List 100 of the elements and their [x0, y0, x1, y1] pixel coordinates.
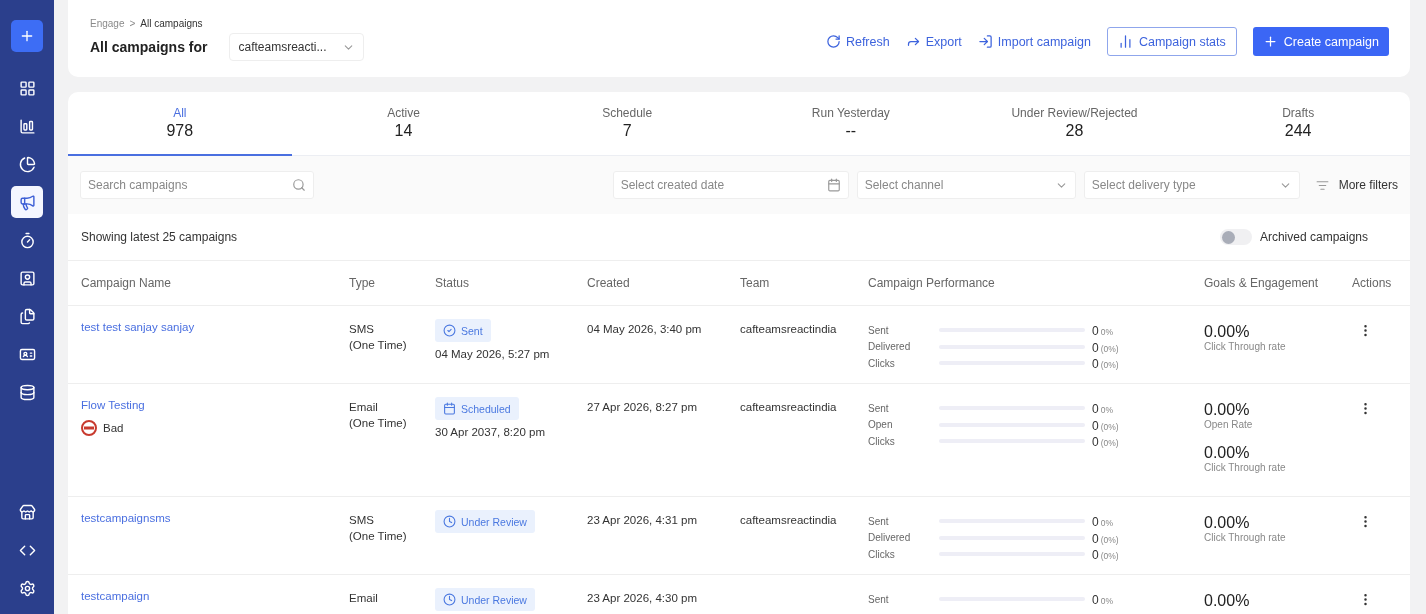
breadcrumb-item[interactable]: Engage — [90, 18, 125, 29]
quality-label: Bad — [103, 422, 124, 434]
refresh-icon — [825, 34, 841, 49]
column-header: Actions — [1352, 275, 1393, 292]
status-tab[interactable]: Under Review/Rejected 28 — [962, 92, 1187, 156]
type-text: SMS — [349, 322, 375, 337]
campaign-name-link[interactable]: testcampaignsms — [81, 512, 349, 524]
goal-label: Click Through rate — [1204, 341, 1287, 352]
metric-count: 0 — [1092, 515, 1099, 529]
metric-percent: (0%) — [1100, 360, 1119, 370]
stopwatch-icon — [18, 231, 36, 249]
status-tab[interactable]: Drafts 244 — [1186, 92, 1410, 156]
plus-icon — [1262, 34, 1278, 49]
goal-value: 0.00% — [1204, 514, 1251, 532]
documents-icon — [18, 307, 36, 325]
archived-toggle[interactable] — [1219, 229, 1252, 245]
page-title: All campaigns for — [90, 39, 208, 55]
metric-label: Sent — [868, 402, 890, 414]
metric-count: 0 — [1092, 418, 1099, 433]
export-button[interactable]: Export — [905, 34, 962, 49]
status-badge: Scheduled — [435, 397, 519, 420]
status-badge: Sent — [435, 319, 491, 342]
more-filters-button[interactable]: More filters — [1315, 178, 1398, 192]
metric-count: 0 — [1092, 531, 1099, 546]
status-badge: Under Review — [435, 510, 535, 533]
campaign-stats-button[interactable]: Campaign stats — [1106, 27, 1237, 56]
goal-value: 0.00% — [1204, 444, 1251, 462]
metric-percent: 0% — [1100, 405, 1113, 415]
team-name: cafteamsreactindia — [740, 400, 838, 415]
import-icon — [977, 34, 993, 49]
status-time: 30 Apr 2037, 8:20 pm — [435, 426, 546, 438]
import-button[interactable]: Import campaign — [977, 34, 1091, 49]
filter-icon — [1315, 178, 1329, 192]
goal-label: Click Through rate — [1204, 462, 1287, 473]
type-text: (One Time) — [349, 338, 408, 353]
campaign-name-link[interactable]: test test sanjay sanjay — [81, 321, 349, 333]
column-header: Type — [349, 275, 376, 292]
campaign-name-link[interactable]: testcampaign — [81, 590, 349, 602]
goal-label: Click Through rate — [1204, 532, 1287, 543]
type-text: (One Time) — [349, 416, 408, 431]
team-name: cafteamsreactindia — [740, 322, 838, 337]
check-circle-icon — [443, 324, 456, 337]
goal-value: 0.00% — [1204, 401, 1251, 419]
created-date: 04 May 2026, 3:40 pm — [587, 322, 703, 337]
campaign-name-link[interactable]: Flow Testing — [81, 399, 349, 411]
metric-count: 0 — [1092, 340, 1099, 355]
metric-label: Delivered — [868, 532, 912, 543]
metric-percent: 0% — [1100, 596, 1113, 606]
account-select[interactable]: cafteamsreacti... — [229, 33, 365, 61]
add-button[interactable] — [11, 20, 43, 52]
goal-label: Open Rate — [1204, 419, 1254, 430]
created-date: 27 Apr 2026, 8:27 pm — [587, 400, 698, 415]
status-tab[interactable]: Active 14 — [291, 92, 516, 156]
metric-label: Sent — [868, 593, 890, 605]
metric-label: Sent — [868, 515, 890, 527]
store-icon — [18, 503, 36, 521]
breadcrumb-separator: > — [129, 18, 136, 29]
date-field[interactable]: Select created date — [612, 171, 849, 199]
metric-percent: (0%) — [1100, 438, 1119, 448]
goal-value: 0.00% — [1204, 592, 1251, 610]
status-tab[interactable]: Schedule 7 — [515, 92, 739, 156]
column-header: Status — [435, 275, 471, 292]
type-text: (One Time) — [349, 529, 408, 544]
type-text: Email — [349, 400, 379, 415]
metric-label: Delivered — [868, 341, 912, 352]
channel-select[interactable]: Select channel — [856, 171, 1076, 199]
warning-badge-icon — [81, 420, 97, 436]
settings-icon — [18, 579, 36, 597]
status-tab[interactable]: Run Yesterday -- — [739, 92, 963, 156]
bar-chart-icon — [18, 117, 36, 135]
metric-label: Clicks — [868, 357, 896, 369]
create-campaign-button[interactable]: Create campaign — [1252, 27, 1389, 56]
add-icon — [19, 28, 35, 44]
bar-chart-icon — [1117, 34, 1133, 49]
column-header: Created — [587, 275, 631, 292]
pie-chart-icon — [18, 155, 36, 173]
sidebar-item[interactable] — [11, 186, 43, 218]
metric-percent: (0%) — [1100, 534, 1119, 545]
showing-count-text: Showing latest 25 campaigns — [81, 230, 238, 244]
refresh-button[interactable]: Refresh — [825, 34, 890, 49]
metric-count: 0 — [1092, 402, 1099, 416]
database-icon — [18, 383, 36, 401]
metric-percent: 0% — [1100, 327, 1113, 337]
calendar-icon — [826, 178, 841, 192]
status-time: 04 May 2026, 5:27 pm — [435, 348, 551, 360]
team-name: cafteamsreactindia — [740, 513, 838, 528]
grid-icon — [18, 79, 36, 97]
metric-count: 0 — [1092, 593, 1099, 607]
metric-percent: 0% — [1100, 518, 1113, 528]
metric-count: 0 — [1092, 357, 1099, 371]
search-field[interactable]: Search campaigns — [80, 171, 314, 199]
metric-count: 0 — [1092, 548, 1099, 562]
metric-label: Clicks — [868, 435, 896, 447]
type-text: Email — [349, 591, 379, 606]
megaphone-icon — [18, 193, 36, 211]
goal-value: 0.00% — [1204, 323, 1251, 341]
delivery-type-select[interactable]: Select delivery type — [1083, 171, 1300, 199]
created-date: 23 Apr 2026, 4:30 pm — [587, 591, 698, 606]
clock-icon — [443, 515, 456, 528]
calendar-icon — [443, 402, 456, 415]
